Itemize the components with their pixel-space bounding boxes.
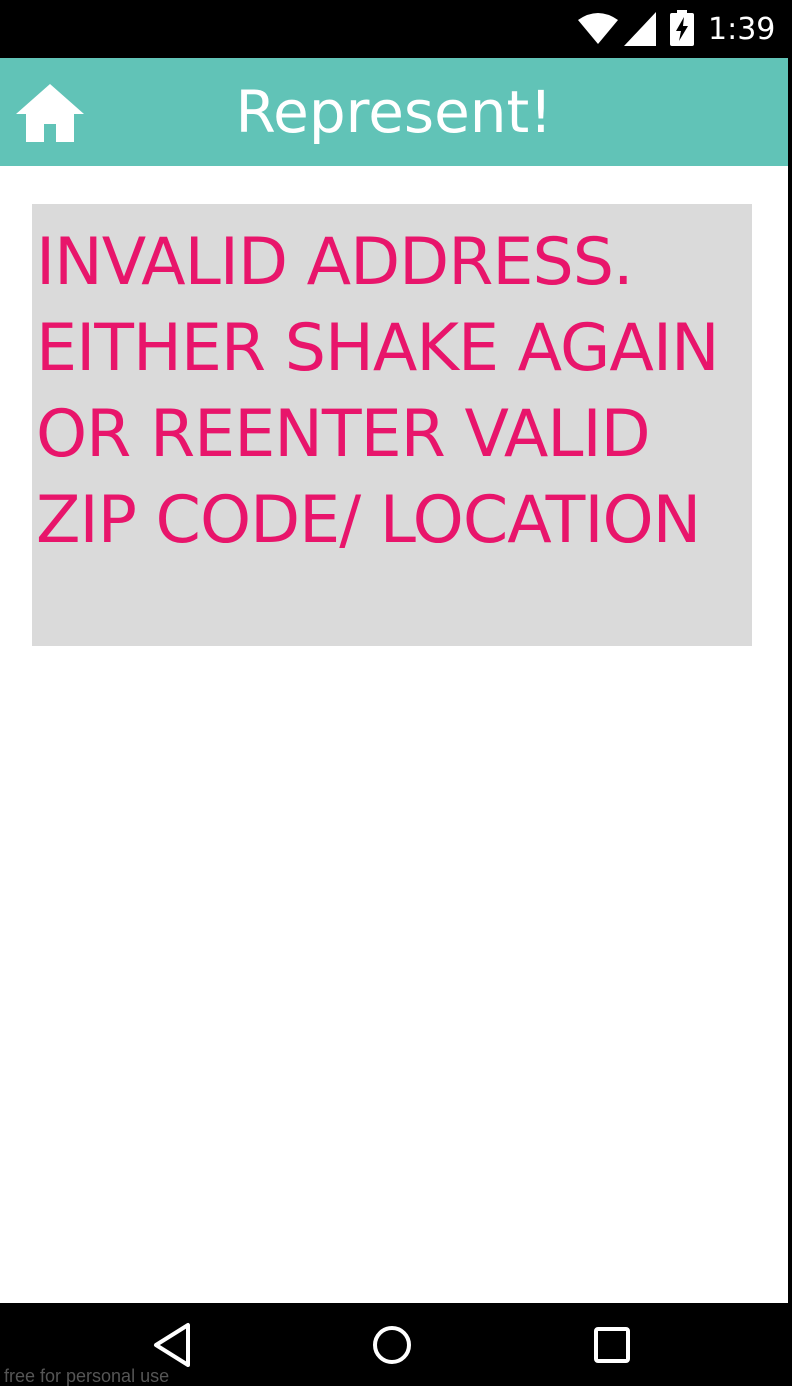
error-message: INVALID ADDRESS. EITHER SHAKE AGAIN OR R… <box>36 225 720 558</box>
home-circle-icon <box>373 1326 411 1364</box>
back-button[interactable] <box>144 1317 204 1373</box>
recents-icon <box>594 1327 630 1363</box>
app-bar: Represent! <box>0 58 788 166</box>
phone-screen: 1:39 Represent! INVALID ADDRESS. EITHER … <box>0 0 788 1382</box>
error-message-box: INVALID ADDRESS. EITHER SHAKE AGAIN OR R… <box>32 204 752 646</box>
status-time: 1:39 <box>708 12 776 47</box>
home-button[interactable] <box>14 80 86 144</box>
back-icon <box>154 1323 190 1367</box>
status-bar: 1:39 <box>0 0 788 58</box>
wifi-icon <box>578 12 618 46</box>
watermark: free for personal use <box>4 1366 170 1386</box>
home-nav-button[interactable] <box>362 1317 422 1373</box>
home-icon <box>16 84 84 142</box>
signal-icon <box>624 12 656 46</box>
recents-button[interactable] <box>582 1317 642 1373</box>
battery-charging-icon <box>670 10 694 46</box>
app-title: Represent! <box>235 78 553 146</box>
